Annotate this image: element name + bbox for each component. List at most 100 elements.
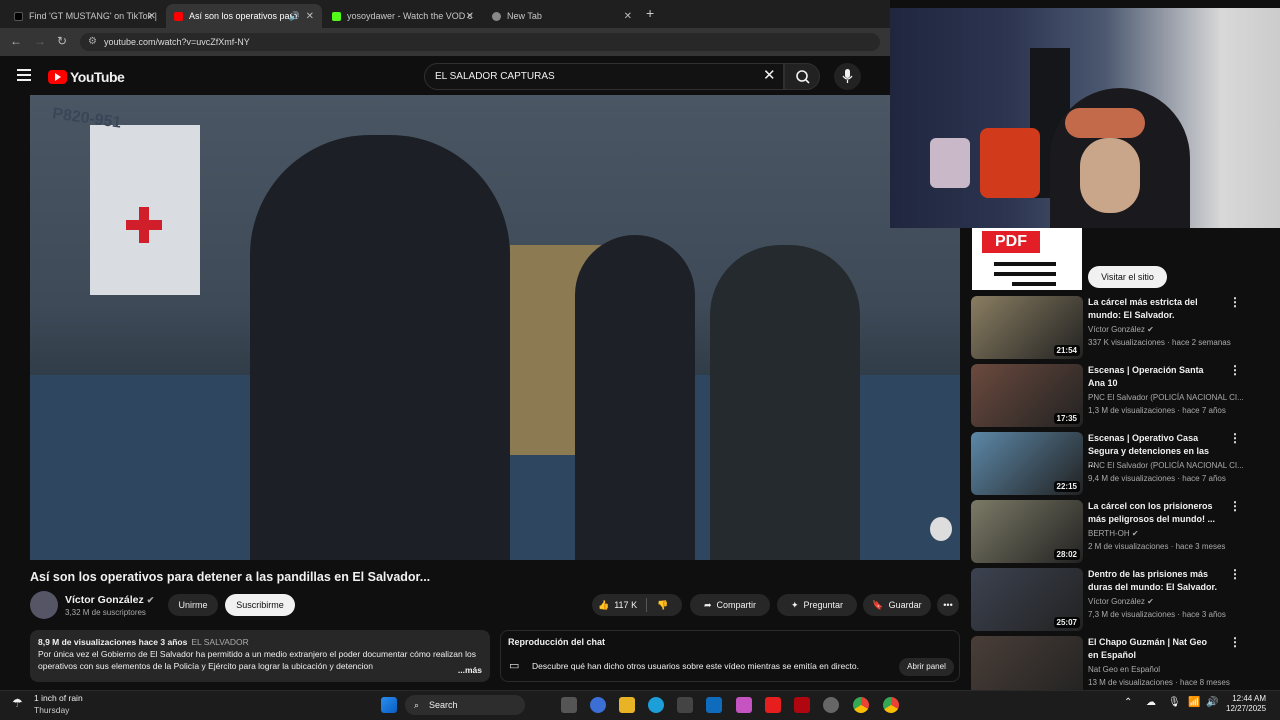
task-view-icon[interactable] — [561, 697, 577, 713]
video-scene-person-foreground — [250, 135, 510, 560]
more-vertical-icon[interactable]: ⋮ — [1229, 432, 1241, 445]
reload-icon[interactable]: ↻ — [57, 34, 67, 48]
edge-icon[interactable] — [648, 697, 664, 713]
wifi-icon[interactable]: 📶 — [1188, 697, 1200, 708]
share-button[interactable]: ➦ Compartir — [690, 594, 770, 616]
tab-youtube-active[interactable]: Así son los operativos para 🔊 ✕ — [166, 4, 322, 28]
forward-icon[interactable]: → — [34, 34, 46, 48]
close-tab-icon[interactable]: ✕ — [624, 11, 632, 22]
description-tag[interactable]: EL SALVADOR — [191, 637, 248, 647]
streamer-webcam — [890, 8, 1280, 228]
like-button[interactable]: 👍 117 K — [598, 600, 637, 611]
recommended-channel[interactable]: Víctor González ✔ — [1088, 597, 1154, 606]
recommended-title[interactable]: El Chapo Guzmán | Nat Geo en Español — [1088, 636, 1218, 662]
chrome-icon-2[interactable] — [883, 697, 899, 713]
close-tab-icon[interactable]: ✕ — [148, 11, 156, 22]
weather-text[interactable]: 1 inch of rain — [34, 693, 83, 703]
youtube-app-icon[interactable] — [765, 697, 781, 713]
weather-icon[interactable]: ☂ — [12, 696, 23, 710]
youtube-logo[interactable]: YouTube — [48, 69, 125, 85]
clear-search-icon[interactable]: ✕ — [763, 66, 776, 84]
close-tab-icon[interactable]: ✕ — [306, 11, 314, 22]
video-thumbnail[interactable]: 25:07 — [971, 568, 1083, 631]
recommended-title[interactable]: La cárcel más estricta del mundo: El Sal… — [1088, 296, 1218, 322]
tab-label: New Tab — [507, 11, 542, 21]
url-bar[interactable]: ⚙ youtube.com/watch?v=uvcZfXmf-NY — [80, 33, 880, 51]
description-box[interactable]: 8,9 M de visualizaciones hace 3 años EL S… — [30, 630, 490, 682]
volume-icon[interactable]: 🔊 — [1206, 697, 1218, 708]
chrome-icon[interactable] — [853, 697, 869, 713]
recommended-channel[interactable]: Nat Geo en Español — [1088, 665, 1160, 674]
description-text: Por única vez el Gobierno de El Salvador… — [38, 649, 476, 671]
ask-button[interactable]: ✦ Preguntar — [777, 594, 857, 616]
outlook-icon[interactable] — [706, 697, 722, 713]
save-button[interactable]: 🔖 Guardar — [863, 594, 931, 616]
voice-search-button[interactable] — [834, 63, 861, 90]
more-vertical-icon[interactable]: ⋮ — [1229, 296, 1241, 309]
netflix-icon[interactable] — [794, 697, 810, 713]
back-icon[interactable]: ← — [10, 34, 22, 48]
tray-app-icon[interactable]: ☁ — [1146, 697, 1156, 708]
join-button[interactable]: Unirme — [168, 594, 218, 616]
taskbar-search[interactable]: ⌕ Search — [405, 695, 525, 715]
recommended-video[interactable]: 21:54 La cárcel más estricta del mundo: E… — [971, 296, 1271, 360]
save-label: Guardar — [888, 600, 922, 610]
video-thumbnail[interactable]: 17:35 — [971, 364, 1083, 427]
recommended-title[interactable]: La cárcel con los prisioneros más peligr… — [1088, 500, 1218, 526]
more-actions-button[interactable]: ••• — [937, 594, 959, 616]
show-more-link[interactable]: ...más — [454, 664, 482, 676]
app-icon[interactable] — [736, 697, 752, 713]
copilot-icon[interactable] — [590, 697, 606, 713]
webcam-person-cap — [1065, 108, 1145, 138]
search-input[interactable]: EL SALADOR CAPTURAS — [424, 63, 784, 90]
subscribe-button[interactable]: Suscribirme — [225, 594, 295, 616]
more-vertical-icon[interactable]: ⋮ — [1229, 364, 1241, 377]
video-thumbnail[interactable]: 22:15 — [971, 432, 1083, 495]
video-thumbnail[interactable]: 28:02 — [971, 500, 1083, 563]
video-scene-plate-text: P820-951 — [51, 105, 123, 132]
menu-icon[interactable] — [17, 69, 31, 84]
recommended-video[interactable]: 22:15 Escenas | Operativo Casa Segura y d… — [971, 432, 1271, 496]
recommended-channel[interactable]: Víctor González ✔ — [1088, 325, 1154, 334]
channel-name[interactable]: Víctor González ✔ — [65, 594, 154, 606]
tray-chevron-icon[interactable]: ⌃ — [1124, 697, 1132, 708]
more-vertical-icon[interactable]: ⋮ — [1229, 500, 1241, 513]
recommended-title[interactable]: Dentro de las prisiones más duras del mu… — [1088, 568, 1218, 594]
more-vertical-icon[interactable]: ⋮ — [1229, 568, 1241, 581]
video-duration: 21:54 — [1053, 345, 1080, 356]
tab-kick[interactable]: yosoydawer - Watch the VOD c ✕ — [324, 4, 482, 28]
recommended-video[interactable]: 17:35 Escenas | Operación Santa Ana 10 PNC… — [971, 364, 1271, 428]
microphone-tray-icon[interactable]: 🎙 — [1168, 697, 1181, 708]
recommended-video[interactable]: 25:07 Dentro de las prisiones más duras d… — [971, 568, 1271, 632]
kick-favicon-icon — [332, 11, 341, 21]
channel-watermark-icon[interactable] — [930, 517, 952, 541]
visit-site-button[interactable]: Visitar el sitio — [1088, 266, 1167, 288]
channel-avatar[interactable] — [30, 591, 58, 619]
windows-start-icon[interactable] — [381, 697, 397, 713]
speaker-icon[interactable]: 🔊 — [289, 11, 300, 22]
clock-date: 12/27/2025 — [1226, 704, 1267, 713]
file-explorer-icon[interactable] — [619, 697, 635, 713]
dislike-button[interactable]: 👎 — [657, 600, 668, 611]
tab-new[interactable]: New Tab ✕ — [484, 4, 640, 28]
recommended-meta: 2 M de visualizaciones · hace 3 meses — [1088, 542, 1226, 551]
search-button[interactable] — [784, 63, 820, 90]
video-scene-officer — [710, 245, 860, 560]
video-duration: 25:07 — [1053, 617, 1080, 628]
system-clock[interactable]: 12:44 AM 12/27/2025 — [1226, 694, 1266, 714]
tab-tiktok[interactable]: Find 'GT MUSTANG' on TikTok | ✕ — [6, 4, 164, 28]
video-thumbnail[interactable]: 21:54 — [971, 296, 1083, 359]
open-panel-button[interactable]: Abrir panel — [899, 658, 954, 676]
recommended-channel[interactable]: PNC El Salvador (POLICÍA NACIONAL CI... — [1088, 393, 1244, 402]
recommended-channel[interactable]: BERTH-OH ✔ — [1088, 529, 1139, 538]
site-info-icon[interactable]: ⚙ — [88, 33, 97, 51]
settings-icon[interactable] — [823, 697, 839, 713]
video-player[interactable]: P820-951 — [30, 95, 960, 560]
recommended-video[interactable]: 28:02 La cárcel con los prisioneros más p… — [971, 500, 1271, 564]
recommended-channel[interactable]: PNC El Salvador (POLICÍA NACIONAL CI... — [1088, 461, 1244, 470]
recommended-title[interactable]: Escenas | Operación Santa Ana 10 — [1088, 364, 1218, 390]
more-vertical-icon[interactable]: ⋮ — [1229, 636, 1241, 649]
store-icon[interactable] — [677, 697, 693, 713]
close-tab-icon[interactable]: ✕ — [466, 11, 474, 22]
new-tab-icon[interactable]: + — [646, 5, 654, 21]
